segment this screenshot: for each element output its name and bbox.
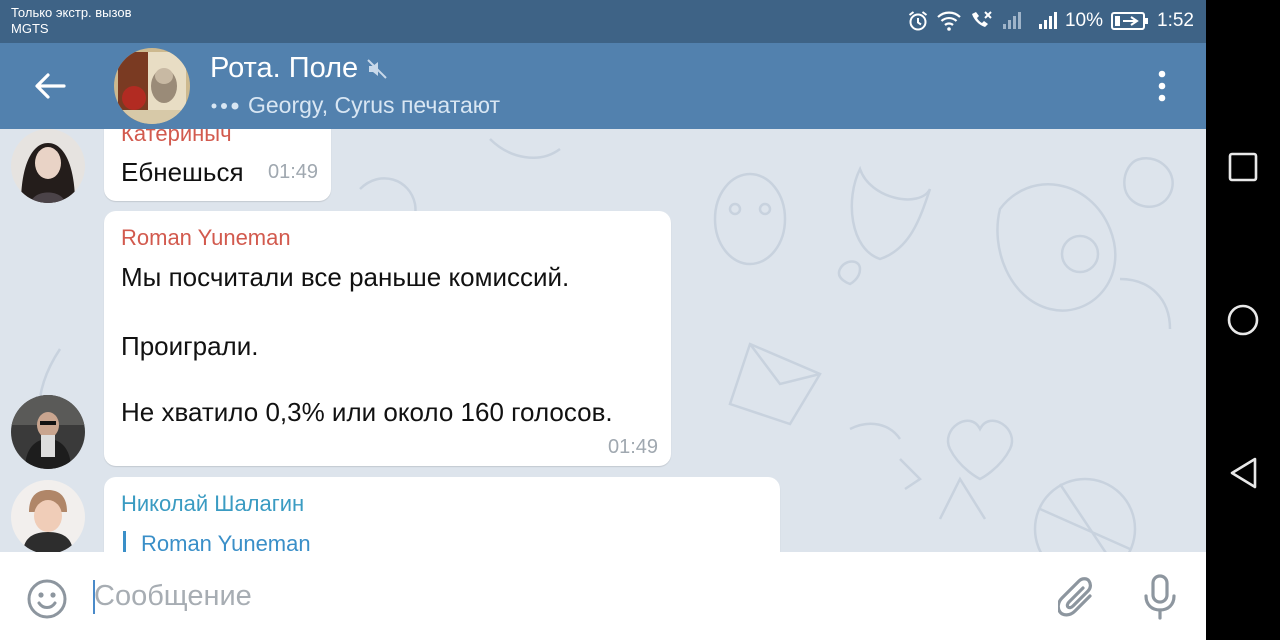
typing-status: Georgy, Cyrus печатают bbox=[210, 92, 500, 119]
message-time: 01:49 bbox=[608, 436, 659, 458]
triangle-back-icon bbox=[1230, 457, 1257, 489]
chat-avatar[interactable] bbox=[114, 48, 190, 124]
chat-header: Рота. Поле Georgy, Cyrus печатают bbox=[0, 43, 1206, 129]
carrier-line-2: MGTS bbox=[11, 21, 49, 36]
message-time: 01:49 bbox=[268, 161, 319, 183]
chat-title-text: Рота. Поле bbox=[210, 52, 359, 84]
more-options-button[interactable] bbox=[1142, 65, 1182, 107]
back-button[interactable] bbox=[22, 63, 78, 109]
circle-icon bbox=[1227, 304, 1259, 336]
typing-dots-icon bbox=[211, 102, 239, 109]
carrier-line-1: Только экстр. вызов bbox=[11, 5, 132, 20]
message-text: Ебнешься bbox=[121, 157, 244, 187]
square-icon bbox=[1228, 152, 1258, 182]
telegram-screen: Только экстр. вызов MGTS 10% 1:52 Рота. … bbox=[0, 0, 1206, 640]
message-text-line: Проиграли. bbox=[121, 331, 259, 361]
message-text-line: Мы посчитали все раньше комиссий. bbox=[121, 262, 570, 292]
microphone-icon bbox=[1144, 574, 1176, 620]
message-bubble[interactable]: Николай Шалагин Roman Yuneman bbox=[104, 477, 780, 552]
avatar-roman-yuneman[interactable] bbox=[11, 395, 85, 469]
android-navigation-bar bbox=[1206, 0, 1280, 640]
avatar-katerinych[interactable] bbox=[11, 129, 85, 203]
home-button[interactable] bbox=[1206, 290, 1280, 350]
emoji-button[interactable] bbox=[26, 578, 68, 625]
battery-percent: 10% bbox=[1064, 10, 1104, 31]
wifi-icon bbox=[937, 11, 961, 31]
signal-icon bbox=[1037, 11, 1057, 31]
emoji-icon bbox=[27, 579, 67, 619]
text-cursor bbox=[93, 580, 95, 614]
voice-message-button[interactable] bbox=[1142, 574, 1178, 625]
sim-signal-icon bbox=[1001, 11, 1021, 31]
status-icons: 10% 1:52 bbox=[907, 7, 1194, 35]
message-input[interactable] bbox=[92, 574, 994, 618]
more-vert-icon bbox=[1158, 70, 1166, 102]
message-sender[interactable]: Roman Yuneman bbox=[121, 225, 291, 251]
no-call-icon bbox=[969, 10, 993, 32]
message-composer bbox=[0, 552, 1206, 640]
chat-title[interactable]: Рота. Поле bbox=[210, 52, 388, 85]
message-list[interactable]: Катериныч Ебнешься 01:49 Roman Yuneman М… bbox=[0, 129, 1206, 552]
clock: 1:52 bbox=[1157, 10, 1194, 31]
reply-quote-sender[interactable]: Roman Yuneman bbox=[141, 531, 311, 552]
battery-charging-icon bbox=[1111, 12, 1149, 30]
message-text-line: Не хватило 0,3% или около 160 голосов. bbox=[121, 397, 613, 427]
back-nav-button[interactable] bbox=[1206, 443, 1280, 503]
typing-status-text: Georgy, Cyrus печатают bbox=[248, 92, 501, 118]
message-sender[interactable]: Катериныч bbox=[121, 129, 232, 147]
avatar-nikolay-shalagin[interactable] bbox=[11, 480, 85, 552]
reply-quote-bar bbox=[123, 531, 126, 552]
message-bubble[interactable]: Roman Yuneman Мы посчитали все раньше ко… bbox=[104, 211, 671, 466]
recent-apps-button[interactable] bbox=[1206, 137, 1280, 197]
alarm-icon bbox=[907, 10, 929, 32]
paperclip-icon bbox=[1056, 577, 1092, 617]
status-bar: Только экстр. вызов MGTS 10% 1:52 bbox=[0, 0, 1206, 43]
message-sender[interactable]: Николай Шалагин bbox=[121, 491, 304, 517]
attach-button[interactable] bbox=[1056, 576, 1098, 625]
message-bubble[interactable]: Катериныч Ебнешься 01:49 bbox=[104, 129, 331, 201]
muted-speaker-icon bbox=[367, 58, 387, 79]
back-arrow-icon bbox=[35, 73, 66, 99]
